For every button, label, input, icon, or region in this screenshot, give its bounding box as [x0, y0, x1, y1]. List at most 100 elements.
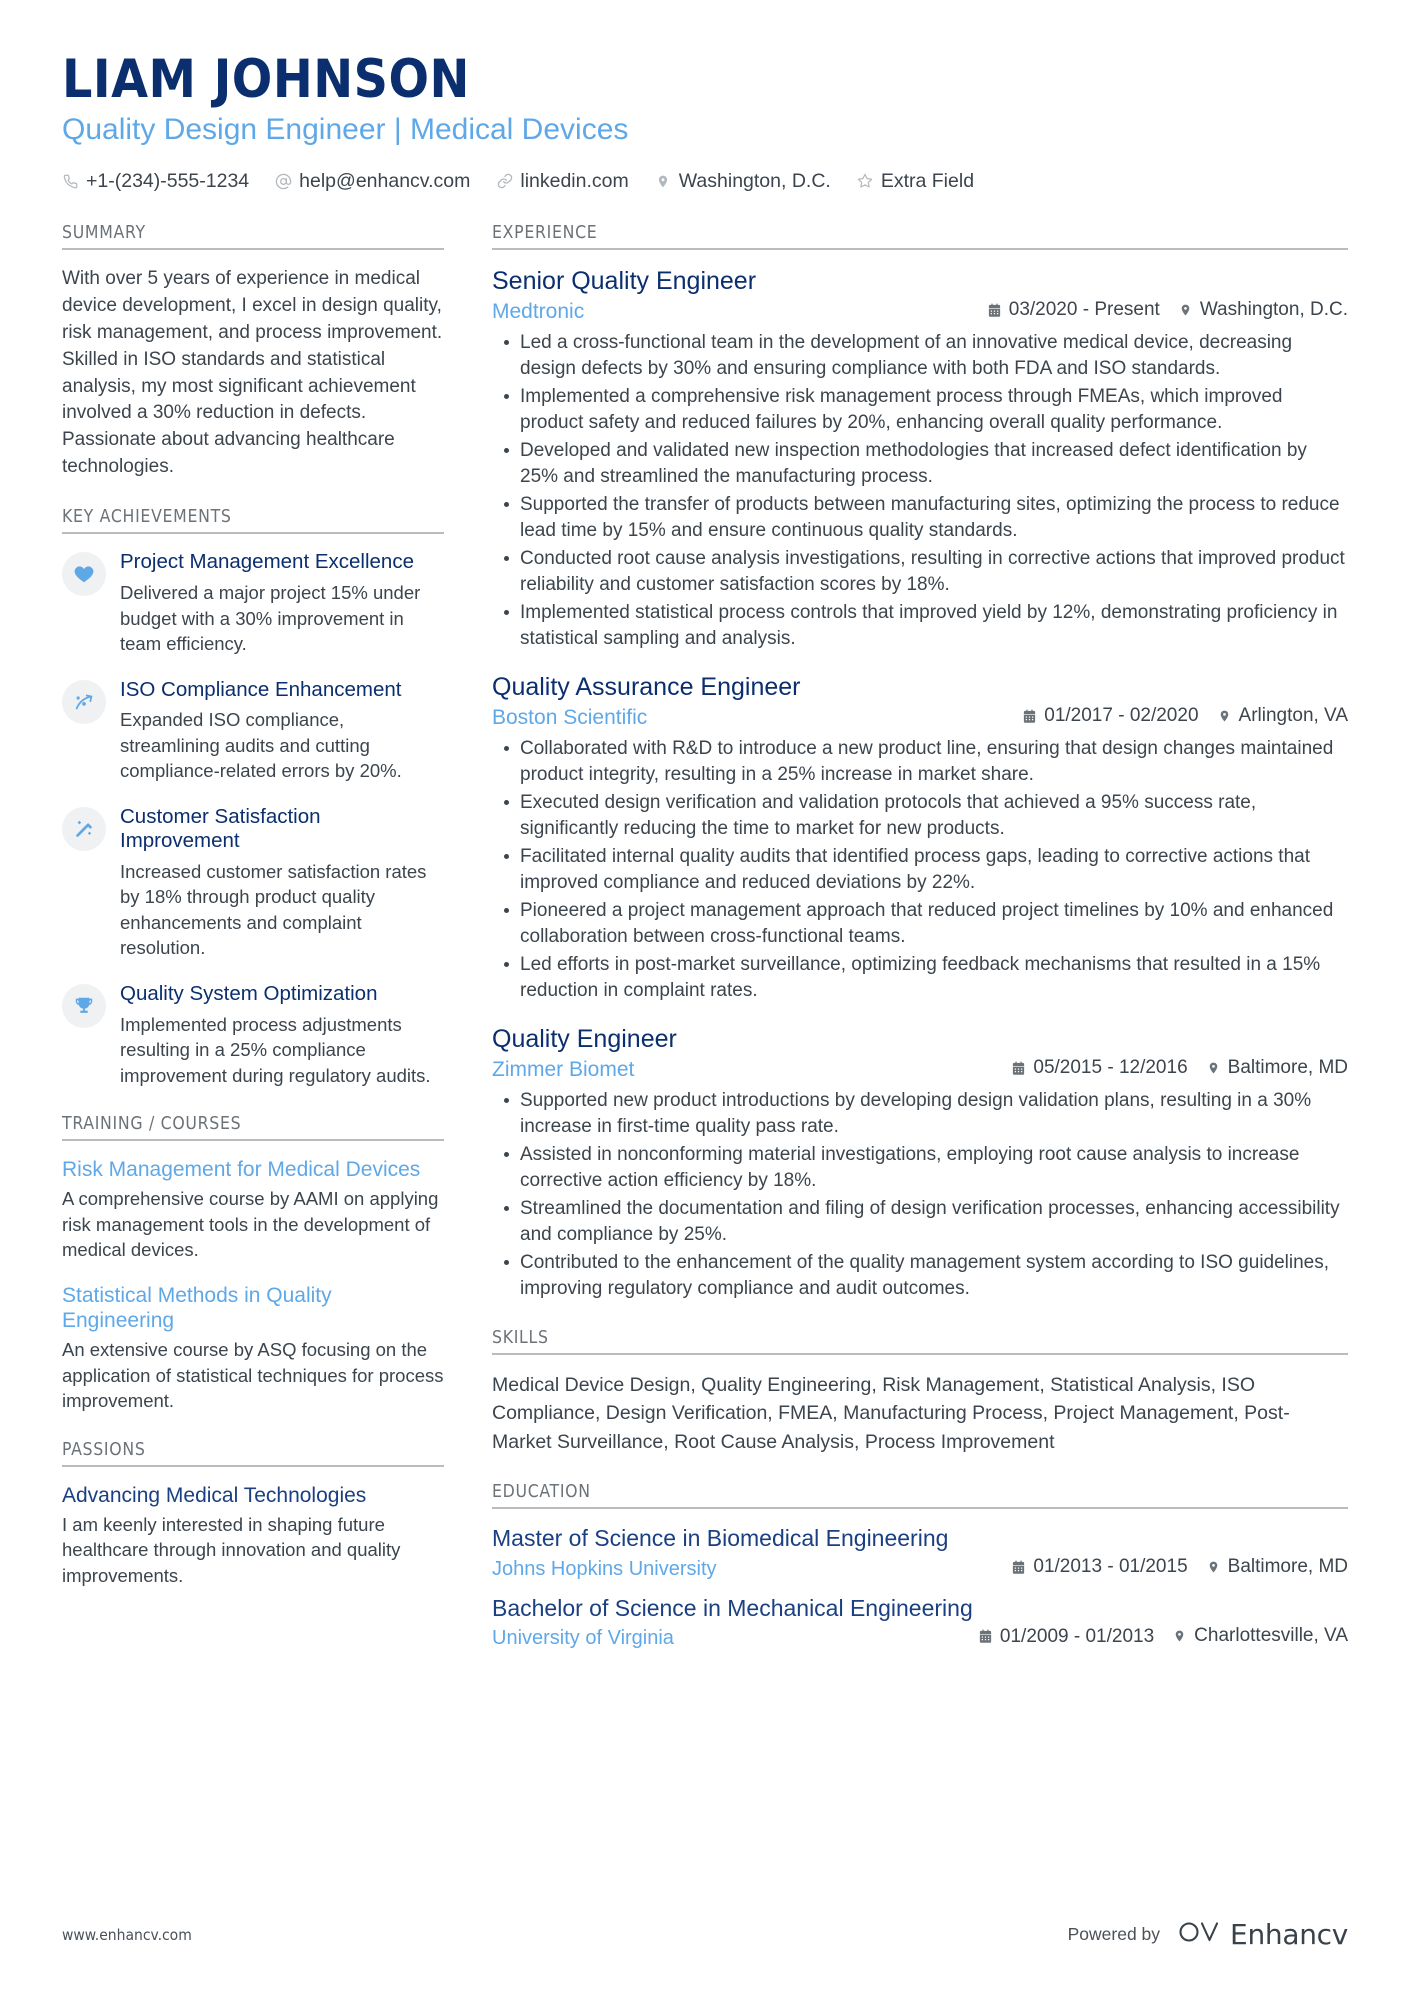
job-bullet: Facilitated internal quality audits that… — [504, 844, 1348, 896]
achievement-description: Expanded ISO compliance, streamlining au… — [120, 709, 402, 782]
resume-footer: www.enhancv.com Powered by Enhancv — [62, 1918, 1348, 1951]
job-company[interactable]: Zimmer Biomet — [492, 1058, 993, 1082]
job-bullet: Assisted in nonconforming material inves… — [504, 1142, 1348, 1194]
education-location: Charlottesville, VA — [1172, 1625, 1348, 1647]
course-title[interactable]: Risk Management for Medical Devices — [62, 1157, 444, 1182]
contact-location: Washington, D.C. — [655, 170, 831, 193]
experience-item: Quality Engineer Zimmer Biomet 05/2015 -… — [492, 1024, 1348, 1302]
star-icon — [857, 172, 874, 191]
location-pin-icon — [1206, 1059, 1221, 1076]
job-location: Washington, D.C. — [1178, 299, 1348, 321]
education-school[interactable]: University of Virginia — [492, 1627, 960, 1650]
achievement-title: ISO Compliance Enhancement — [120, 677, 402, 701]
job-bullet: Supported new product introductions by d… — [504, 1088, 1348, 1140]
job-bullet: Conducted root cause analysis investigat… — [504, 546, 1348, 598]
section-passions: PASSIONS Advancing Medical Technologies … — [62, 1440, 444, 1589]
at-sign-icon — [275, 172, 292, 191]
job-date-text: 05/2015 - 12/2016 — [1033, 1057, 1188, 1079]
job-bullet: Collaborated with R&D to introduce a new… — [504, 736, 1348, 788]
professional-headline: Quality Design Engineer | Medical Device… — [62, 112, 629, 146]
left-column: SUMMARY With over 5 years of experience … — [62, 223, 468, 1615]
job-bullet: Led a cross-functional team in the devel… — [504, 330, 1348, 382]
achievement-title: Customer Satisfaction Improvement — [120, 804, 321, 853]
job-company[interactable]: Medtronic — [492, 300, 969, 324]
course-description: An extensive course by ASQ focusing on t… — [62, 1339, 444, 1412]
achievement-description: Increased customer satisfaction rates by… — [120, 860, 427, 959]
achievement-title: Quality System Optimization — [120, 981, 378, 1005]
calendar-icon — [1022, 708, 1037, 725]
contact-linkedin-text: linkedin.com — [520, 169, 629, 192]
passion-item: Advancing Medical Technologies I am keen… — [62, 1483, 444, 1589]
passion-title: Advancing Medical Technologies — [62, 1483, 367, 1507]
education-item: Master of Science in Biomedical Engineer… — [492, 1525, 1348, 1581]
summary-text: With over 5 years of experience in medic… — [62, 267, 443, 478]
powered-by-label: Powered by — [1067, 1924, 1161, 1944]
strategy-arrow-icon — [62, 679, 106, 724]
job-title: Quality Engineer — [492, 1024, 677, 1053]
education-date: 01/2009 - 01/2013 — [978, 1626, 1154, 1648]
footer-brand-area: Powered by Enhancv — [1067, 1918, 1349, 1951]
contact-linkedin[interactable]: linkedin.com — [496, 169, 629, 193]
location-pin-icon — [1217, 707, 1232, 724]
calendar-icon — [987, 302, 1002, 319]
job-bullet: Supported the transfer of products betwe… — [504, 492, 1348, 544]
job-bullet: Pioneered a project management approach … — [504, 898, 1348, 950]
job-meta: Medtronic 03/2020 - Present Washington, — [492, 299, 1348, 324]
section-heading-skills: SKILLS — [492, 1328, 1348, 1356]
contact-extra-field-text: Extra Field — [880, 169, 975, 192]
job-bullet: Executed design verification and validat… — [504, 790, 1348, 842]
link-icon — [496, 172, 513, 191]
job-bullet: Contributed to the enhancement of the qu… — [504, 1250, 1348, 1302]
job-date: 03/2020 - Present — [987, 299, 1160, 321]
contact-email[interactable]: help@enhancv.com — [275, 170, 470, 193]
location-pin-icon — [1172, 1628, 1187, 1645]
experience-item: Senior Quality Engineer Medtronic 03/202… — [492, 266, 1348, 652]
section-heading-education: EDUCATION — [492, 1482, 1348, 1509]
magic-wand-icon — [62, 806, 106, 851]
enhancv-logo: Enhancv — [1178, 1918, 1348, 1951]
achievement-item: Quality System Optimization Implemented … — [62, 982, 444, 1088]
education-location-text: Charlottesville, VA — [1194, 1625, 1348, 1647]
calendar-icon — [1011, 1559, 1026, 1576]
education-meta: Johns Hopkins University 01/2013 - 01/20… — [492, 1556, 1348, 1581]
contact-phone[interactable]: +1-(234)-555-1234 — [62, 170, 249, 193]
job-company[interactable]: Boston Scientific — [492, 706, 1004, 730]
job-bullet: Implemented a comprehensive risk managem… — [504, 384, 1348, 436]
resume-body: SUMMARY With over 5 years of experience … — [62, 223, 1348, 1676]
job-bullets: Led a cross-functional team in the devel… — [492, 330, 1348, 652]
page-title: LIAM JOHNSON — [62, 49, 470, 110]
phone-icon — [62, 172, 79, 191]
resume-page: LIAM JOHNSON Quality Design Engineer | M… — [0, 0, 1410, 1995]
job-location-text: Baltimore, MD — [1227, 1056, 1348, 1078]
job-bullet: Led efforts in post-market surveillance,… — [504, 952, 1348, 1004]
experience-item: Quality Assurance Engineer Boston Scient… — [492, 672, 1348, 1004]
education-date-text: 01/2009 - 01/2013 — [999, 1625, 1155, 1647]
job-meta: Zimmer Biomet 05/2015 - 12/2016 Baltimor… — [492, 1057, 1348, 1082]
job-title: Senior Quality Engineer — [492, 266, 757, 295]
job-location-text: Arlington, VA — [1238, 704, 1348, 726]
job-location-text: Washington, D.C. — [1199, 298, 1348, 320]
education-degree: Bachelor of Science in Mechanical Engine… — [492, 1594, 973, 1621]
calendar-icon — [978, 1628, 993, 1645]
location-pin-icon — [1178, 301, 1193, 318]
course-item: Statistical Methods in Quality Engineeri… — [62, 1283, 444, 1414]
job-title: Quality Assurance Engineer — [492, 672, 801, 701]
course-title[interactable]: Statistical Methods in Quality Engineeri… — [62, 1283, 444, 1333]
right-column: EXPERIENCE Senior Quality Engineer Medtr… — [468, 223, 1348, 1676]
skills-text: Medical Device Design, Quality Engineeri… — [492, 1374, 1290, 1453]
contact-location-text: Washington, D.C. — [678, 169, 831, 192]
section-summary: SUMMARY With over 5 years of experience … — [62, 223, 444, 482]
footer-url[interactable]: www.enhancv.com — [62, 1926, 192, 1944]
section-heading-experience: EXPERIENCE — [492, 223, 1348, 250]
education-degree: Master of Science in Biomedical Engineer… — [492, 1524, 949, 1551]
course-item: Risk Management for Medical Devices A co… — [62, 1157, 444, 1263]
section-heading-key-achievements: KEY ACHIEVEMENTS — [62, 507, 444, 535]
contact-extra-field: Extra Field — [857, 170, 974, 193]
course-description: A comprehensive course by AAMI on applyi… — [62, 1188, 439, 1261]
trophy-icon — [62, 983, 106, 1028]
job-bullet: Streamlined the documentation and filing… — [504, 1196, 1348, 1248]
calendar-icon — [1011, 1060, 1026, 1077]
education-school[interactable]: Johns Hopkins University — [492, 1558, 993, 1581]
section-skills: SKILLS Medical Device Design, Quality En… — [492, 1328, 1348, 1456]
section-heading-summary: SUMMARY — [62, 223, 444, 250]
